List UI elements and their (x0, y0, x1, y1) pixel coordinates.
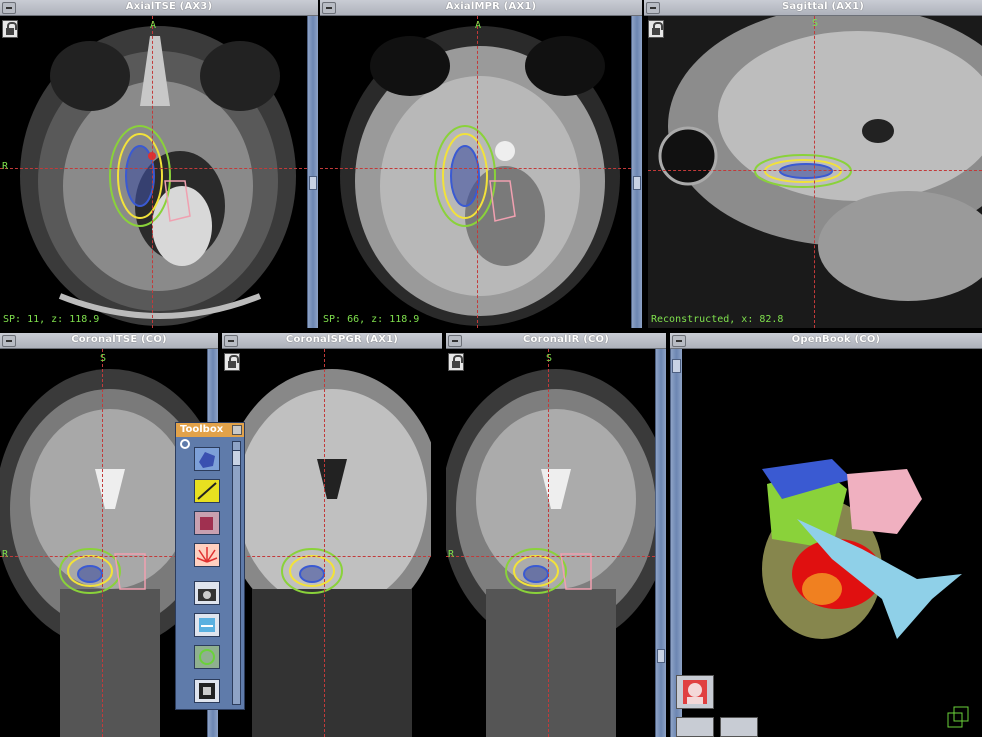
viewer-coronal-ir[interactable]: CoronalIR (CO) S R (446, 333, 666, 737)
toolbox-panel[interactable]: Toolbox (175, 422, 245, 710)
minimize-icon[interactable] (672, 335, 686, 347)
viewer-axial-mpr[interactable]: AxialMPR (AX1) A SP: 66, z: 118.9 (320, 0, 642, 328)
viewer-scrollbar[interactable] (307, 16, 318, 328)
coronal-brain-image (222, 369, 431, 737)
crosshair-vertical (324, 349, 325, 737)
viewer-sagittal[interactable]: Sagittal (AX1) S Reconstructed, x: 82.8 (644, 0, 982, 328)
crosshair-horizontal (320, 168, 631, 169)
mri-image[interactable] (222, 349, 431, 737)
viewer-coronal-spgr[interactable]: CoronalSPGR (AX1) (222, 333, 442, 737)
crosshair-horizontal (648, 170, 982, 171)
3d-structures-render (762, 459, 962, 639)
slice-position-info: SP: 66, z: 118.9 (323, 314, 420, 325)
slice-position-info: SP: 11, z: 118.9 (3, 314, 100, 325)
burst-tool-icon[interactable] (194, 543, 220, 567)
camera-tool-icon[interactable] (194, 581, 220, 605)
scroll-thumb[interactable] (309, 176, 317, 190)
mri-image[interactable]: A R SP: 11, z: 118.9 (0, 16, 307, 328)
ruler-tool-icon[interactable] (194, 479, 220, 503)
crosshair-horizontal (0, 168, 307, 169)
viewer-title: AxialMPR (AX1) (445, 1, 537, 12)
surface-tool-icon[interactable] (194, 447, 220, 471)
axial-brain-image (340, 26, 620, 326)
viewer-title: CoronalTSE (CO) (71, 334, 167, 345)
flag-view-button[interactable] (720, 717, 758, 737)
grid-tool-icon[interactable] (194, 679, 220, 703)
segment-tool-icon[interactable] (194, 613, 220, 637)
viewer-title: Sagittal (AX1) (781, 1, 865, 12)
face-view-button[interactable] (676, 717, 714, 737)
crosshair-vertical (477, 16, 478, 328)
lock-icon[interactable] (2, 20, 18, 38)
scroll-thumb[interactable] (233, 450, 240, 466)
scroll-thumb[interactable] (672, 359, 681, 373)
titlebar: CoronalTSE (CO) (0, 333, 218, 349)
right-label: R (2, 549, 9, 560)
toolbox-title: Toolbox (180, 424, 224, 435)
lock-icon[interactable] (448, 353, 464, 371)
lock-icon[interactable] (224, 353, 240, 371)
scroll-thumb[interactable] (657, 649, 665, 663)
titlebar: AxialMPR (AX1) (320, 0, 642, 16)
crosshair-vertical (548, 349, 549, 737)
contour-tool-icon[interactable] (194, 645, 220, 669)
viewer-scrollbar[interactable] (631, 16, 642, 328)
viewer-title: CoronalSPGR (AX1) (285, 334, 399, 345)
crosshair-vertical (102, 349, 103, 737)
sagittal-brain-image (648, 16, 982, 328)
titlebar: Sagittal (AX1) (644, 0, 982, 16)
titlebar: CoronalIR (CO) (446, 333, 666, 349)
viewer-title: AxialTSE (AX3) (125, 1, 213, 12)
mri-image[interactable]: S Reconstructed, x: 82.8 (648, 16, 982, 328)
reconstruction-info: Reconstructed, x: 82.8 (651, 314, 784, 325)
minimize-icon[interactable] (2, 335, 16, 347)
crosshair-horizontal (446, 556, 655, 557)
head-view-icon (683, 680, 707, 704)
3d-render-view[interactable] (682, 349, 982, 737)
viewer-axial-tse[interactable]: AxialTSE (AX3) A R SP: 11, z: 118.9 (0, 0, 318, 328)
superior-label: S (546, 353, 553, 364)
toolbox-header[interactable]: Toolbox (176, 423, 244, 437)
titlebar: CoronalSPGR (AX1) (222, 333, 442, 349)
anterior-label: A (150, 20, 157, 31)
viewer-openbook-3d[interactable]: OpenBook (CO) (670, 333, 982, 737)
titlebar: AxialTSE (AX3) (0, 0, 318, 16)
superior-label: S (100, 353, 107, 364)
titlebar: OpenBook (CO) (670, 333, 982, 349)
anterior-label: A (475, 20, 482, 31)
crosshair-vertical (814, 16, 815, 328)
minimize-icon[interactable] (224, 335, 238, 347)
minimize-icon[interactable] (2, 2, 16, 14)
right-label: R (448, 549, 455, 560)
head-view-button[interactable] (676, 675, 714, 709)
minimize-icon[interactable] (322, 2, 336, 14)
minimize-icon[interactable] (448, 335, 462, 347)
right-label: R (2, 161, 9, 172)
close-icon[interactable] (232, 425, 242, 435)
lock-icon[interactable] (648, 20, 664, 38)
axial-brain-image (20, 26, 296, 326)
minimize-icon[interactable] (646, 2, 660, 14)
zoom-icon[interactable] (180, 439, 190, 449)
coronal-brain-image (446, 369, 655, 737)
viewer-scrollbar[interactable] (655, 349, 666, 737)
viewer-title: CoronalIR (CO) (523, 334, 609, 345)
axis-cube-icon (947, 706, 969, 728)
crosshair-vertical (152, 16, 153, 328)
crosshair-horizontal (222, 556, 431, 557)
toolbox-scrollbar[interactable] (232, 441, 241, 705)
superior-label: S (812, 18, 819, 29)
mri-image[interactable]: S R (446, 349, 655, 737)
scroll-thumb[interactable] (633, 176, 641, 190)
viewer-title: OpenBook (CO) (791, 334, 881, 345)
cube-tool-icon[interactable] (194, 511, 220, 535)
mri-image[interactable]: A SP: 66, z: 118.9 (320, 16, 631, 328)
